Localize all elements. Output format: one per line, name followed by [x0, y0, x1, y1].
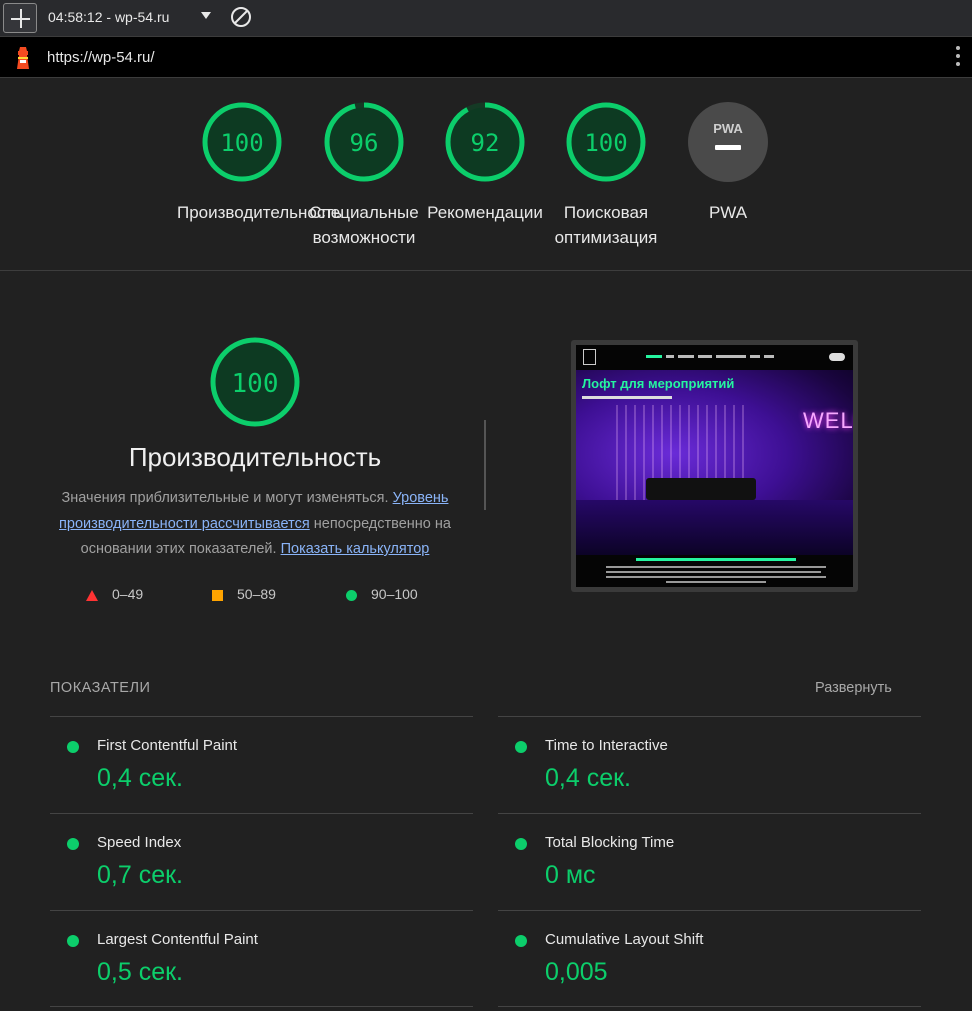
gauge-label: Поисковая оптимизация — [554, 203, 658, 247]
pass-circle-icon — [515, 838, 527, 850]
chevron-down-icon[interactable] — [201, 12, 211, 19]
gauge-score: 100 — [584, 129, 627, 157]
metric-name: Speed Index — [97, 834, 182, 851]
new-report-button[interactable] — [3, 3, 37, 33]
carousel-dots — [704, 546, 724, 559]
metric-value: 0 мс — [545, 861, 596, 889]
gauge-accessibility[interactable]: 96 Специальные возможности — [299, 100, 429, 250]
metric-total-blocking-time: Total Blocking Time 0 мс — [498, 813, 921, 910]
gauge-score: 96 — [350, 129, 379, 157]
metric-value: 0,4 сек. — [97, 764, 183, 792]
legend-pass: 90–100 — [346, 586, 418, 602]
clear-icon[interactable] — [231, 7, 251, 27]
more-options-icon[interactable] — [955, 46, 961, 68]
divider — [498, 1006, 921, 1007]
divider — [484, 420, 486, 510]
metrics-heading: ПОКАЗАТЕЛИ — [50, 680, 151, 696]
circle-icon — [346, 589, 357, 601]
gauge-ring: 100 — [202, 102, 282, 182]
legend-fail: 0–49 — [86, 586, 143, 602]
performance-summary: 100 Производительность Значения приблизи… — [0, 272, 972, 632]
gauge-seo[interactable]: 100 Поисковая оптимизация — [541, 100, 671, 250]
performance-description: Значения приблизительные и могут изменят… — [59, 490, 451, 557]
metric-time-to-interactive: Time to Interactive 0,4 сек. — [498, 716, 921, 813]
metric-value: 0,4 сек. — [545, 764, 631, 792]
report-url[interactable]: https://wp-54.ru/ — [47, 49, 155, 66]
performance-gauge: 100 — [210, 337, 300, 427]
thumbnail-hero-image: Лофт для мероприятий WELCO — [576, 370, 853, 559]
gauge-best-practices[interactable]: 92 Рекомендации — [420, 100, 550, 225]
metric-largest-contentful-paint: Largest Contentful Paint 0,5 сек. — [50, 910, 473, 1007]
metric-name: Time to Interactive — [545, 737, 668, 754]
gauge-pwa[interactable]: PWA PWA — [663, 100, 793, 225]
thumbnail-site-footer — [576, 555, 853, 587]
pass-circle-icon — [515, 741, 527, 753]
lighthouse-icon — [17, 47, 29, 69]
gauge-label: Специальные возможности — [309, 203, 419, 247]
metric-cumulative-layout-shift: Cumulative Layout Shift 0,005 — [498, 910, 921, 1007]
metric-first-contentful-paint: First Contentful Paint 0,4 сек. — [50, 716, 473, 813]
final-screenshot-thumbnail[interactable]: Лофт для мероприятий WELCO — [571, 340, 858, 592]
square-icon — [212, 589, 223, 601]
gauge-score: 100 — [220, 129, 263, 157]
devtools-toolbar: 04:58:12 - wp-54.ru — [0, 0, 972, 37]
metric-name: Total Blocking Time — [545, 834, 675, 851]
report-selector-label[interactable]: 04:58:12 - wp-54.ru — [48, 9, 169, 25]
legend-average: 50–89 — [212, 586, 276, 602]
pass-circle-icon — [67, 838, 79, 850]
gauge-score: 92 — [471, 129, 500, 157]
pass-circle-icon — [515, 935, 527, 947]
metric-value: 0,5 сек. — [97, 958, 183, 986]
gauge-performance[interactable]: 100 Производительность — [177, 100, 343, 225]
metric-speed-index: Speed Index 0,7 сек. — [50, 813, 473, 910]
neon-sign: WELCO — [803, 408, 853, 433]
gauge-label: Рекомендации — [427, 203, 543, 222]
triangle-icon — [86, 589, 98, 601]
performance-score: 100 — [232, 369, 279, 399]
thumbnail-site-nav — [576, 345, 853, 370]
performance-title: Производительность — [128, 442, 382, 472]
pwa-badge-text: PWA — [713, 121, 743, 136]
metric-value: 0,7 сек. — [97, 861, 183, 889]
hero-title: Лофт для мероприятий — [582, 376, 735, 391]
calculator-link[interactable]: Показать калькулятор — [281, 541, 430, 557]
gauge-ring: 96 — [324, 102, 404, 182]
metric-name: Cumulative Layout Shift — [545, 931, 704, 948]
gauge-ring: 92 — [445, 102, 525, 182]
pwa-badge-icon: PWA — [688, 102, 768, 182]
toggle-icon — [829, 353, 845, 361]
expand-metrics-button[interactable]: Развернуть — [815, 680, 892, 696]
pass-circle-icon — [67, 935, 79, 947]
gauge-label: PWA — [708, 203, 748, 222]
site-logo — [583, 349, 596, 365]
gauge-label: Производительность — [177, 203, 343, 222]
category-gauges: 100 Производительность 96 Специальные воз… — [0, 78, 972, 271]
gauge-ring: 100 — [566, 102, 646, 182]
metric-value: 0,005 — [545, 958, 608, 986]
metric-name: Largest Contentful Paint — [97, 931, 258, 948]
report-url-bar: https://wp-54.ru/ — [0, 37, 972, 78]
pass-circle-icon — [67, 741, 79, 753]
metric-name: First Contentful Paint — [97, 737, 238, 754]
divider — [50, 1006, 473, 1007]
